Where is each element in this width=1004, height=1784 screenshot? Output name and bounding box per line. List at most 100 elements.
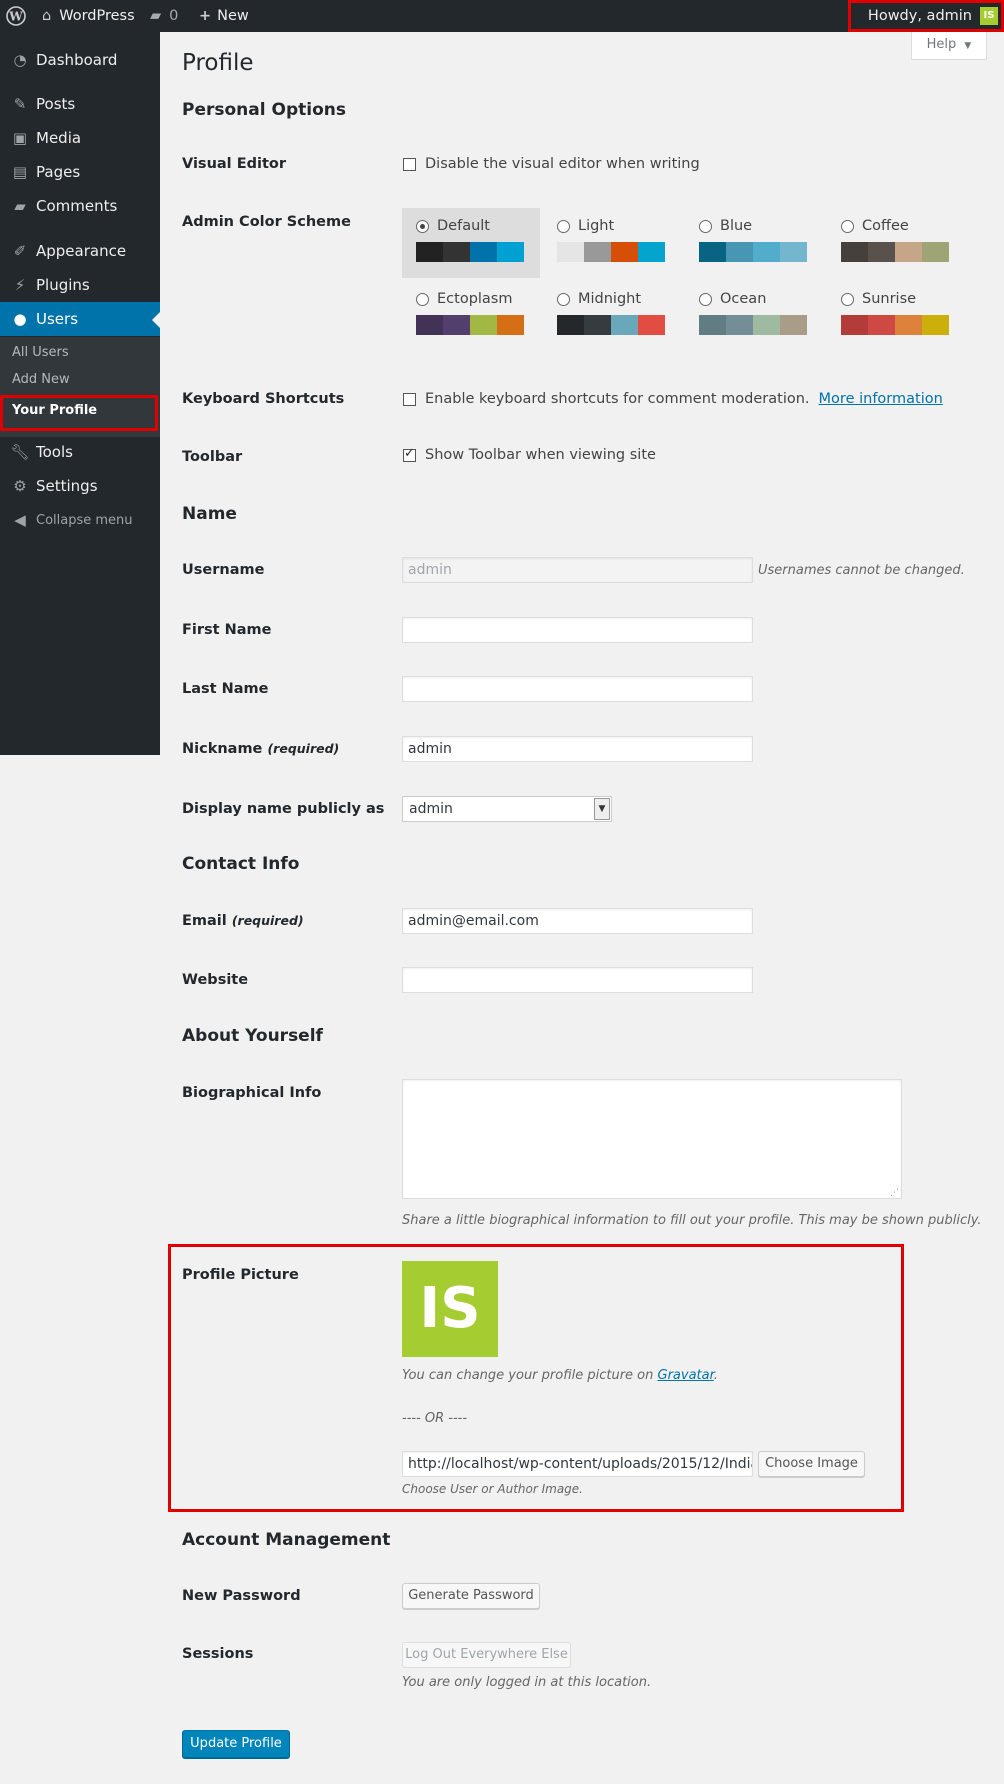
sidebar-item-plugins[interactable]: ⚡ Plugins: [0, 268, 160, 302]
color-swatches: [699, 315, 807, 335]
sidebar-item-tools[interactable]: 🔧︎ Tools: [0, 435, 160, 469]
submenu-all-users[interactable]: All Users: [12, 345, 69, 360]
display-name-select[interactable]: admin ▼: [402, 796, 612, 822]
color-swatches: [841, 315, 949, 335]
profile-image-url-field[interactable]: http://localhost/wp-content/uploads/2015…: [402, 1451, 753, 1477]
pages-icon: ▤: [12, 163, 28, 181]
visual-editor-option: Disable the visual editor when writing: [403, 156, 700, 172]
sidebar-item-label: Plugins: [36, 276, 90, 294]
color-swatches: [416, 315, 524, 335]
collapse-menu[interactable]: ◀ Collapse menu: [0, 503, 160, 537]
last-name-label: Last Name: [182, 681, 269, 697]
more-information-link[interactable]: More information: [819, 391, 943, 407]
color-scheme-name: Coffee: [862, 218, 909, 234]
avatar: IS: [980, 7, 998, 25]
radio-button[interactable]: [699, 219, 712, 233]
color-swatch: [780, 315, 807, 335]
profile-avatar: IS: [402, 1261, 498, 1357]
color-swatches: [557, 242, 665, 262]
update-profile-button[interactable]: Update Profile: [182, 1730, 290, 1758]
color-swatch: [841, 242, 868, 262]
required-marker: (required): [231, 913, 304, 928]
last-name-field[interactable]: [402, 676, 753, 702]
home-icon: ⌂: [42, 8, 52, 24]
radio-button[interactable]: [841, 219, 854, 233]
color-scheme-coffee[interactable]: Coffee: [827, 208, 965, 278]
color-swatch: [584, 242, 611, 262]
radio-button[interactable]: [416, 219, 429, 233]
account-menu[interactable]: Howdy, admin IS: [847, 0, 1004, 32]
color-scheme-default[interactable]: Default: [402, 208, 540, 278]
sidebar-item-label: Dashboard: [36, 51, 118, 69]
sessions-label: Sessions: [182, 1646, 254, 1662]
color-scheme-light[interactable]: Light: [543, 208, 681, 278]
select-arrow-icon: ▼: [594, 798, 610, 820]
radio-button[interactable]: [416, 292, 429, 306]
color-scheme-ocean[interactable]: Ocean: [685, 281, 823, 351]
brush-icon: ✐: [13, 242, 27, 260]
bio-textarea[interactable]: ⋰: [402, 1079, 902, 1199]
submenu-your-profile[interactable]: Your Profile: [0, 395, 158, 431]
sidebar-item-label: Media: [36, 129, 82, 147]
color-swatches: [841, 242, 949, 262]
color-scheme-blue[interactable]: Blue: [685, 208, 823, 278]
sidebar-item-media[interactable]: ▣ Media: [0, 121, 160, 155]
required-marker: (required): [267, 741, 340, 756]
radio-button[interactable]: [699, 292, 712, 306]
toolbar-label: Toolbar: [182, 449, 243, 465]
website-field[interactable]: [402, 967, 753, 993]
color-swatch: [416, 315, 443, 335]
choose-image-button[interactable]: Choose Image: [758, 1451, 865, 1477]
site-name-link[interactable]: ⌂ WordPress: [42, 0, 135, 32]
color-swatch: [699, 242, 726, 262]
sessions-description: You are only logged in at this location.: [402, 1675, 652, 1690]
or-separator: ---- OR ----: [402, 1411, 468, 1426]
sidebar-item-settings[interactable]: ⚙ Settings: [0, 469, 160, 503]
radio-button[interactable]: [557, 219, 570, 233]
section-heading-account-management: Account Management: [182, 1530, 391, 1550]
visual-editor-checkbox[interactable]: [403, 157, 416, 171]
wordpress-logo-icon[interactable]: W: [6, 0, 30, 32]
nickname-label: Nickname (required): [182, 741, 339, 757]
new-content-link[interactable]: + New: [199, 0, 249, 32]
resize-grip-icon[interactable]: ⋰: [890, 1188, 899, 1198]
color-swatch: [470, 242, 497, 262]
help-tab[interactable]: Help ▼: [911, 32, 987, 60]
color-scheme-name: Midnight: [578, 291, 642, 307]
plus-icon: +: [199, 8, 212, 24]
gravatar-link[interactable]: Gravatar: [658, 1368, 714, 1383]
color-scheme-option: Midnight: [557, 291, 641, 307]
sidebar-item-posts[interactable]: ✎ Posts: [0, 87, 160, 121]
comments-link[interactable]: ▰ 0: [150, 0, 178, 32]
color-swatch: [497, 242, 524, 262]
sidebar-item-appearance[interactable]: ✐ Appearance: [0, 234, 160, 268]
color-swatch: [443, 315, 470, 335]
radio-button[interactable]: [557, 292, 570, 306]
email-field[interactable]: admin@email.com: [402, 908, 753, 934]
section-heading-personal-options: Personal Options: [182, 100, 346, 120]
color-swatch: [416, 242, 443, 262]
keyboard-shortcuts-checkbox[interactable]: [403, 392, 416, 406]
wrench-icon: 🔧︎: [10, 443, 30, 461]
radio-button[interactable]: [841, 292, 854, 306]
sidebar-item-dashboard[interactable]: ◔ Dashboard: [0, 43, 160, 77]
color-scheme-midnight[interactable]: Midnight: [543, 281, 681, 351]
generate-password-button[interactable]: Generate Password: [402, 1583, 540, 1609]
color-scheme-option: Sunrise: [841, 291, 916, 307]
pin-icon: ✎: [13, 95, 27, 113]
nickname-field[interactable]: admin: [402, 736, 753, 762]
help-label: Help: [926, 37, 957, 52]
first-name-field[interactable]: [402, 617, 753, 643]
email-label: Email (required): [182, 913, 304, 929]
submenu-add-new[interactable]: Add New: [12, 372, 70, 387]
toolbar-checkbox[interactable]: [403, 446, 416, 462]
color-scheme-sunrise[interactable]: Sunrise: [827, 281, 965, 351]
color-scheme-ectoplasm[interactable]: Ectoplasm: [402, 281, 540, 351]
sidebar-item-users[interactable]: ● Users: [0, 302, 160, 336]
color-scheme-option: Ocean: [699, 291, 766, 307]
sidebar-item-pages[interactable]: ▤ Pages: [0, 155, 160, 189]
username-field: admin: [402, 557, 753, 583]
first-name-label: First Name: [182, 622, 272, 638]
sidebar-item-comments[interactable]: ▰ Comments: [0, 189, 160, 223]
toolbar-text: Show Toolbar when viewing site: [425, 447, 656, 463]
